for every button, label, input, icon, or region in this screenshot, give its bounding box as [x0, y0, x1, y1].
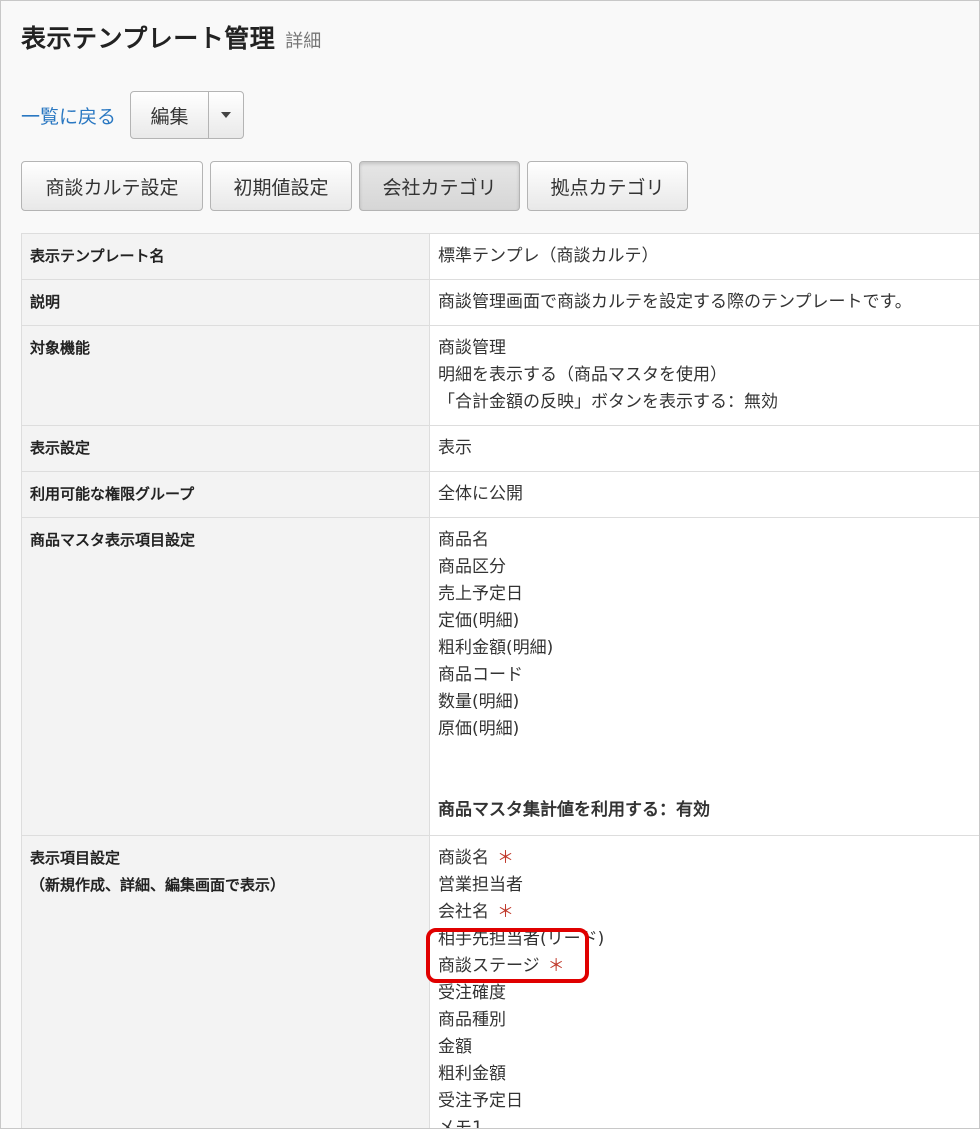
list-item: 定価(明細) — [438, 611, 520, 631]
list-item: 商品区分 — [438, 557, 506, 577]
page-frame: 表示テンプレート管理 詳細 一覧に戻る 編集 商談カルテ設定 初期値設定 会社カ… — [0, 0, 980, 1129]
row-label: 商品マスタ表示項目設定 — [21, 517, 430, 836]
list-item: 商品コード — [438, 665, 523, 685]
list-item: 商談管理 — [438, 338, 506, 358]
list-item: 商品名 — [438, 530, 489, 550]
required-mark: ＊ — [547, 956, 565, 976]
row-value: 表示 — [429, 425, 979, 472]
edit-dropdown-toggle[interactable] — [209, 92, 243, 138]
chevron-down-icon — [221, 112, 232, 118]
tab-branch-category[interactable]: 拠点カテゴリ — [527, 161, 688, 211]
table-row: 商品マスタ表示項目設定 商品名 商品区分 売上予定日 定価(明細) 粗利金額(明… — [21, 517, 979, 836]
list-item: 原価(明細) — [438, 719, 520, 739]
required-mark: ＊ — [497, 848, 514, 868]
table-row: 対象機能 商談管理 明細を表示する（商品マスタを使用） 「合計金額の反映」ボタン… — [21, 325, 979, 426]
list-item: 明細を表示する（商品マスタを使用） — [438, 365, 727, 385]
list-item: 商談名＊ — [438, 848, 514, 868]
tab-row: 商談カルテ設定 初期値設定 会社カテゴリ 拠点カテゴリ — [21, 161, 695, 211]
list-item: 受注予定日 — [438, 1091, 523, 1111]
page-subtitle: 詳細 — [285, 31, 322, 52]
aggregate-setting: 商品マスタ集計値を利用する：有効 — [438, 800, 710, 820]
edit-button-group: 編集 — [130, 91, 245, 139]
table-row: 利用可能な権限グループ 全体に公開 — [21, 471, 979, 518]
table-row: 説明 商談管理画面で商談カルテを設定する際のテンプレートです。 — [21, 279, 979, 326]
table-row: 表示テンプレート名 標準テンプレ（商談カルテ） — [21, 233, 979, 280]
row-label: 説明 — [21, 279, 430, 326]
row-value: 商品名 商品区分 売上予定日 定価(明細) 粗利金額(明細) 商品コード 数量(… — [429, 517, 979, 836]
list-item: 金額 — [438, 1037, 472, 1057]
list-item: メモ1 — [438, 1118, 483, 1129]
tab-company-category[interactable]: 会社カテゴリ — [359, 161, 520, 211]
row-label: 利用可能な権限グループ — [21, 471, 430, 518]
list-item: 相手先担当者(リード) — [438, 929, 605, 949]
action-row: 一覧に戻る 編集 — [21, 91, 245, 139]
list-item: 受注確度 — [438, 983, 506, 1003]
row-value: 商談管理画面で商談カルテを設定する際のテンプレートです。 — [429, 279, 979, 326]
required-mark: ＊ — [497, 902, 514, 922]
tab-deal-chart-settings[interactable]: 商談カルテ設定 — [21, 161, 203, 211]
row-value: 商談管理 明細を表示する（商品マスタを使用） 「合計金額の反映」ボタンを表示する… — [429, 325, 979, 426]
list-item: 粗利金額(明細) — [438, 638, 554, 658]
detail-table: 表示テンプレート名 標準テンプレ（商談カルテ） 説明 商談管理画面で商談カルテを… — [21, 233, 979, 1129]
row-value: 標準テンプレ（商談カルテ） — [429, 233, 979, 280]
row-value: 全体に公開 — [429, 471, 979, 518]
list-item: 数量(明細) — [438, 692, 520, 712]
row-value: 商談名＊ 営業担当者 会社名＊ 相手先担当者(リード) 商談ステージ＊ 受注確度… — [429, 835, 979, 1129]
row-label: 表示設定 — [21, 425, 430, 472]
list-item: 売上予定日 — [438, 584, 523, 604]
page-title: 表示テンプレート管理 — [21, 24, 276, 53]
row-label: 対象機能 — [21, 325, 430, 426]
list-item: 会社名＊ — [438, 902, 514, 922]
row-label: 表示項目設定 （新規作成、詳細、編集画面で表示） — [21, 835, 430, 1128]
list-item: 商談ステージ＊ — [438, 956, 565, 976]
row-label: 表示テンプレート名 — [21, 233, 430, 280]
list-item: 「合計金額の反映」ボタンを表示する：無効 — [438, 392, 778, 412]
tab-initial-value-settings[interactable]: 初期値設定 — [210, 161, 352, 211]
table-row: 表示項目設定 （新規作成、詳細、編集画面で表示） 商談名＊ 営業担当者 会社名＊… — [21, 835, 979, 1129]
list-item: 営業担当者 — [438, 875, 523, 895]
row-label-note: （新規作成、詳細、編集画面で表示） — [30, 876, 286, 894]
list-item: 粗利金額 — [438, 1064, 506, 1084]
table-row: 表示設定 表示 — [21, 425, 979, 472]
edit-button[interactable]: 編集 — [131, 92, 210, 138]
row-label-line: 表示項目設定 — [30, 849, 121, 867]
list-item: 商品種別 — [438, 1010, 506, 1030]
back-to-list-link[interactable]: 一覧に戻る — [21, 102, 116, 129]
title-row: 表示テンプレート管理 詳細 — [21, 19, 321, 55]
